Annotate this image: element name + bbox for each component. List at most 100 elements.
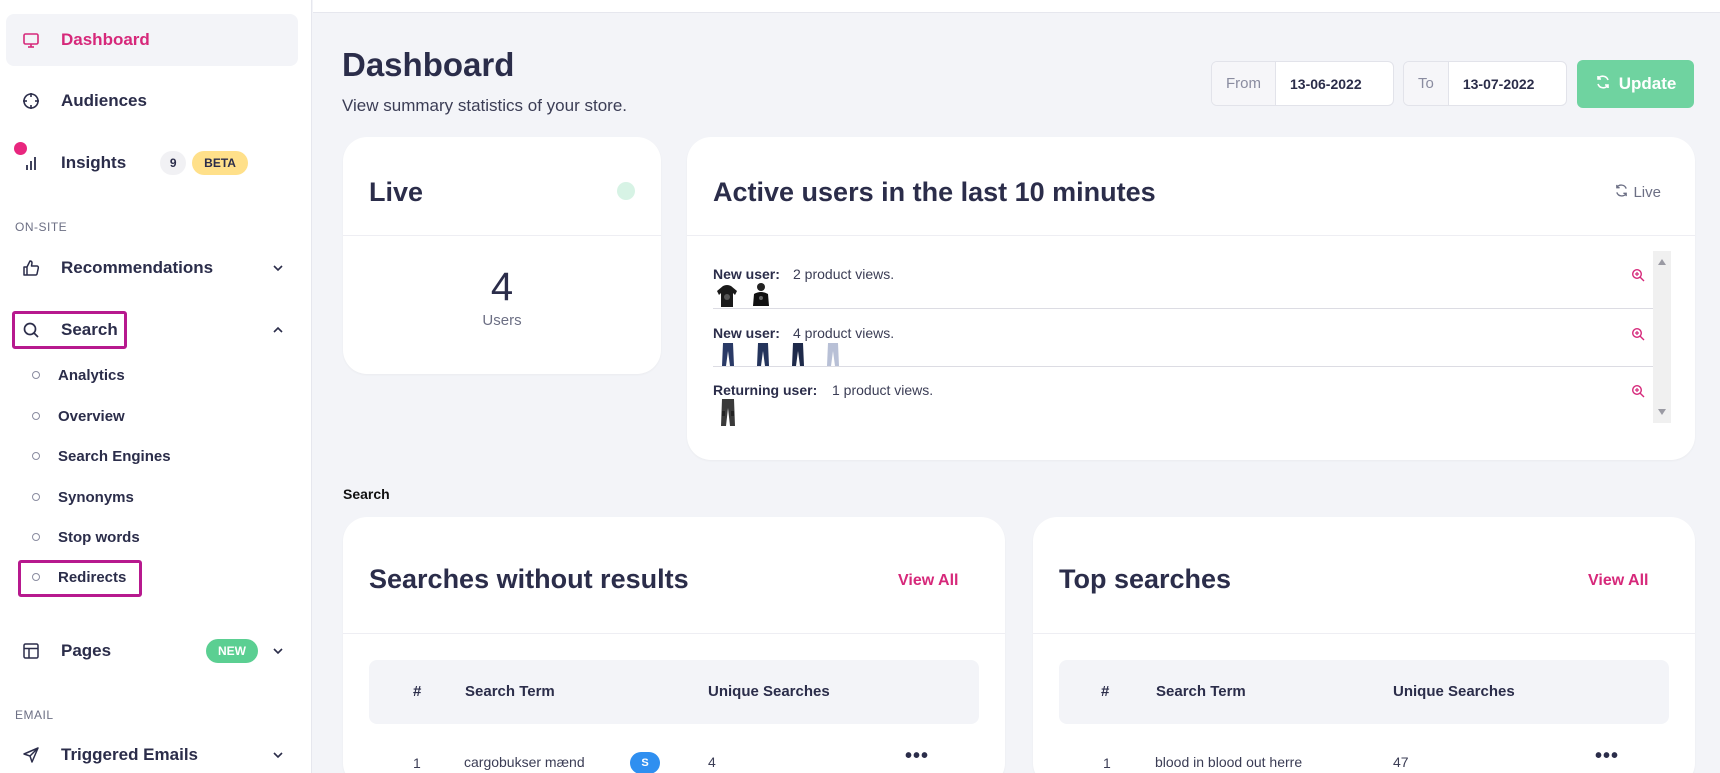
activity-feed: New user: 2 product views. New user: 4 p… — [687, 251, 1671, 427]
page-subtitle: View summary statistics of your store. — [342, 96, 627, 115]
card-divider — [1033, 633, 1695, 634]
search-engine-badge: S — [630, 752, 660, 773]
sidebar-item-label: Pages — [61, 641, 112, 660]
sidebar-item-audiences[interactable]: Audiences — [6, 75, 298, 127]
layout-icon — [20, 640, 42, 662]
live-user-count: 4 — [490, 265, 514, 309]
active-users-title: Active users in the last 10 minutes — [713, 177, 1156, 207]
column-header: Unique Searches — [1393, 683, 1515, 700]
more-options-icon[interactable]: ••• — [1595, 745, 1619, 768]
row-rank: 1 — [413, 755, 421, 771]
jeans-thumbnail-icon[interactable] — [826, 343, 840, 367]
feed-views: 2 product views. — [793, 266, 895, 282]
from-date-field[interactable]: From 13-06-2022 — [1211, 61, 1394, 106]
search-highlight-box — [12, 311, 127, 349]
view-all-link[interactable]: View All — [1588, 572, 1648, 590]
beta-badge: BETA — [192, 151, 248, 175]
row-unique-searches: 4 — [708, 754, 716, 770]
zoom-in-icon[interactable] — [1631, 327, 1645, 341]
to-date-value[interactable]: 13-07-2022 — [1449, 62, 1549, 105]
sidebar-subitem-label: Stop words — [58, 528, 140, 546]
searches-without-results-card: Searches without results View All # Sear… — [343, 517, 1005, 773]
more-options-icon[interactable]: ••• — [905, 745, 929, 768]
sidebar-item-insights[interactable]: Insights 9 BETA — [6, 137, 298, 189]
chevron-down-icon — [270, 747, 286, 763]
send-icon — [20, 744, 42, 766]
top-bar — [313, 0, 1720, 13]
sidebar-subitem-label: Analytics — [58, 366, 125, 384]
sidebar-subitem-synonyms[interactable]: Synonyms — [20, 480, 240, 514]
table-header: # Search Term Unique Searches — [369, 660, 979, 724]
sidebar-item-triggered-emails[interactable]: Triggered Emails — [6, 729, 298, 773]
row-unique-searches: 47 — [1393, 754, 1409, 770]
top-searches-title: Top searches — [1059, 564, 1232, 594]
monitor-icon — [20, 29, 42, 51]
sidebar-item-label: Insights — [61, 153, 127, 172]
sidebar-subitem-overview[interactable]: Overview — [20, 399, 240, 433]
sidebar-item-pages[interactable]: Pages NEW — [6, 625, 298, 677]
circle-icon — [32, 493, 40, 501]
active-users-card: Active users in the last 10 minutes Live… — [687, 137, 1695, 460]
circle-icon — [32, 452, 40, 460]
column-header: # — [1101, 683, 1110, 700]
section-label-email: EMAIL — [15, 708, 54, 722]
feed-user-type: New user: — [713, 325, 780, 341]
jeans-thumbnail-icon[interactable] — [721, 343, 735, 367]
zoom-in-icon[interactable] — [1631, 384, 1645, 398]
notification-dot — [14, 142, 27, 155]
person-thumbnail-icon[interactable] — [751, 282, 771, 308]
feed-views: 4 product views. — [793, 325, 895, 341]
card-divider — [687, 235, 1695, 236]
jeans-thumbnail-icon[interactable] — [791, 343, 805, 367]
scroll-down-icon[interactable] — [1658, 409, 1666, 415]
column-header: # — [413, 683, 422, 700]
from-date-value[interactable]: 13-06-2022 — [1276, 62, 1376, 105]
feed-row: Returning user: 1 product views. — [687, 367, 1645, 427]
jeans-thumbnail-icon[interactable] — [756, 343, 770, 367]
feed-user-type: Returning user: — [713, 382, 818, 398]
view-all-link[interactable]: View All — [898, 572, 958, 590]
feed-scrollbar[interactable] — [1653, 251, 1671, 423]
sidebar: Dashboard Audiences Insights 9 BETA ON-S… — [0, 0, 312, 773]
row-search-term: cargobukser mænd — [464, 754, 585, 770]
hoodie-thumbnail-icon[interactable] — [715, 284, 739, 308]
live-refresh-link[interactable]: Live — [1614, 183, 1661, 202]
section-label-onsite: ON-SITE — [15, 220, 68, 234]
refresh-icon — [1595, 74, 1611, 95]
no-results-title: Searches without results — [369, 564, 689, 594]
page-title: Dashboard — [342, 46, 515, 83]
circle-icon — [32, 533, 40, 541]
chevron-down-icon — [270, 643, 286, 659]
sidebar-subitem-analytics[interactable]: Analytics — [20, 358, 240, 392]
bar-chart-icon — [20, 152, 42, 174]
card-divider — [343, 235, 661, 236]
update-label: Update — [1618, 74, 1677, 93]
live-link-label: Live — [1633, 184, 1661, 201]
sidebar-item-label: Audiences — [61, 91, 147, 110]
cargo-pants-thumbnail-icon[interactable] — [720, 399, 736, 427]
scroll-up-icon[interactable] — [1658, 259, 1666, 265]
sidebar-subitem-search-engines[interactable]: Search Engines — [20, 439, 240, 473]
live-card-title: Live — [369, 177, 424, 207]
live-card: Live 4 Users — [343, 137, 661, 374]
column-header: Search Term — [465, 683, 555, 700]
live-status-dot — [617, 182, 635, 200]
sidebar-subitem-stop-words[interactable]: Stop words — [20, 520, 240, 554]
sidebar-item-label: Recommendations — [61, 258, 214, 277]
feed-user-type: New user: — [713, 266, 780, 282]
sidebar-item-dashboard[interactable]: Dashboard — [6, 14, 298, 66]
to-date-field[interactable]: To 13-07-2022 — [1403, 61, 1567, 106]
top-searches-card: Top searches View All # Search Term Uniq… — [1033, 517, 1695, 773]
row-search-term: blood in blood out herre — [1155, 754, 1303, 770]
sidebar-item-label: Triggered Emails — [61, 745, 198, 764]
from-label: From — [1212, 62, 1276, 105]
zoom-in-icon[interactable] — [1631, 268, 1645, 282]
feed-row: New user: 4 product views. — [687, 309, 1645, 367]
chevron-up-icon — [270, 322, 286, 338]
sidebar-subitem-label: Overview — [58, 407, 125, 425]
column-header: Search Term — [1156, 683, 1246, 700]
update-button[interactable]: Update — [1577, 60, 1694, 108]
sidebar-item-recommendations[interactable]: Recommendations — [6, 242, 298, 294]
search-section-heading: Search — [343, 486, 390, 502]
to-label: To — [1404, 62, 1449, 105]
